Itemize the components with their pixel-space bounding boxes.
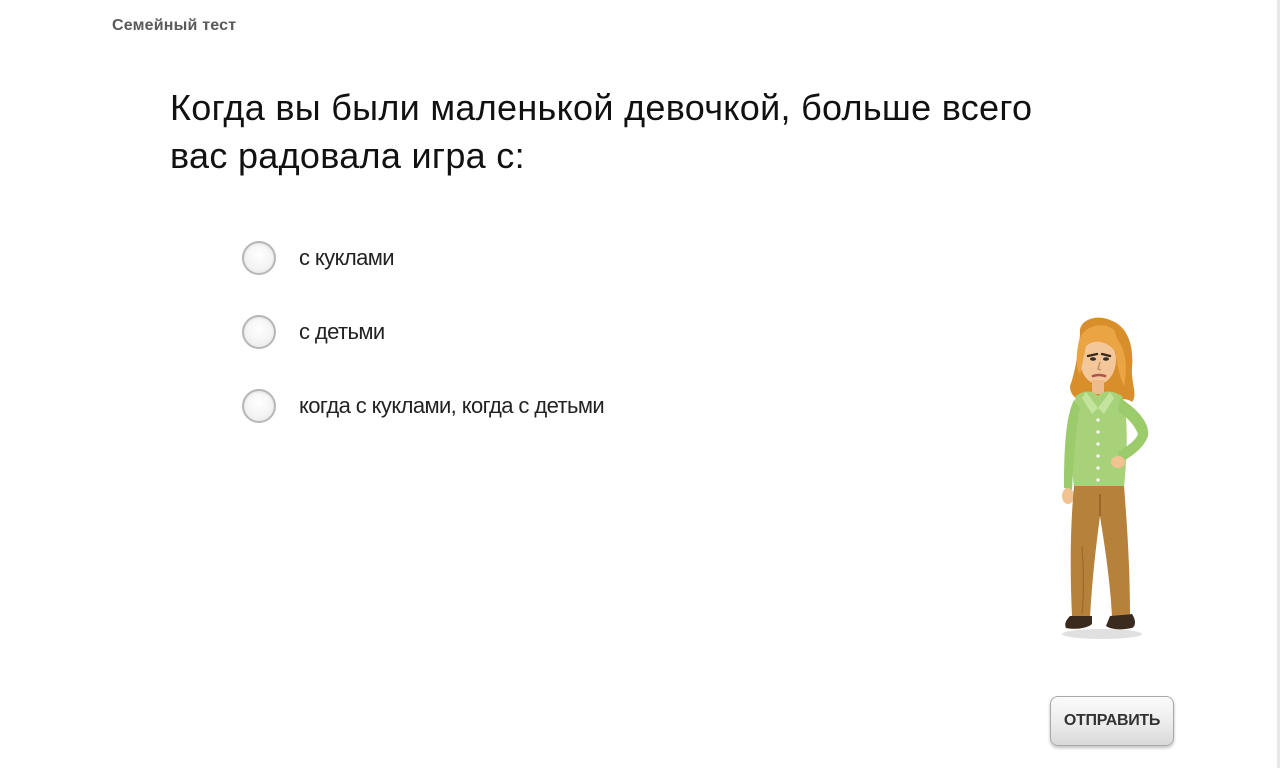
radio-button[interactable] — [242, 315, 276, 349]
answer-option-dolls[interactable]: с куклами — [242, 238, 942, 278]
answer-option-children[interactable]: с детьми — [242, 312, 942, 352]
submit-button[interactable]: ОТПРАВИТЬ — [1050, 696, 1174, 746]
woman-character-illustration — [1062, 317, 1149, 639]
answer-option-label: с детьми — [299, 319, 385, 344]
radio-button[interactable] — [242, 241, 276, 275]
answer-option-label: когда с куклами, когда с детьми — [299, 393, 605, 418]
quiz-title: Семейный тест — [112, 17, 237, 34]
answer-option-label: с куклами — [299, 245, 395, 270]
answer-option-both[interactable]: когда с куклами, когда с детьми — [242, 386, 942, 426]
radio-button[interactable] — [242, 389, 276, 423]
answer-options: с куклами с детьми когда с куклами, когд… — [242, 238, 942, 460]
question-text: Когда вы были маленькой девочкой, больше… — [170, 87, 1033, 176]
